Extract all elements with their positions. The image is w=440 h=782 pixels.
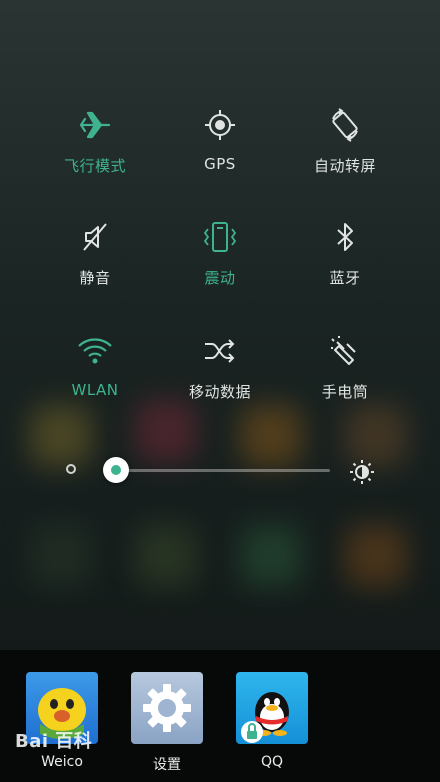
toggle-label: 蓝牙 bbox=[329, 269, 361, 287]
toggle-flashlight[interactable]: 手电筒 bbox=[280, 331, 410, 421]
toggle-label: 手电筒 bbox=[321, 383, 369, 401]
toggle-label: 移动数据 bbox=[188, 383, 251, 401]
quick-settings-panel: 飞行模式 GPS 自动转屏 静音 震动 蓝牙 WLAN 移动数据 手电筒 bbox=[0, 0, 440, 650]
brightness-control bbox=[0, 445, 440, 495]
toggle-label: 自动转屏 bbox=[313, 157, 376, 175]
app-name: Weico bbox=[41, 754, 83, 770]
app-qq[interactable]: QQ bbox=[235, 672, 309, 770]
toggle-wlan[interactable]: WLAN bbox=[30, 331, 160, 421]
app-weico[interactable]: Weico bbox=[25, 672, 99, 770]
toggle-label: 震动 bbox=[204, 269, 236, 287]
toggle-bluetooth[interactable]: 蓝牙 bbox=[280, 217, 410, 307]
airplane-icon bbox=[75, 105, 115, 145]
vibrate-icon bbox=[200, 217, 240, 257]
toggle-label: 飞行模式 bbox=[63, 157, 126, 175]
bluetooth-icon bbox=[325, 217, 365, 257]
mute-icon bbox=[75, 217, 115, 257]
baidu-watermark: Bai 百科 bbox=[15, 731, 93, 752]
toggle-label: 静音 bbox=[79, 269, 111, 287]
auto-rotate-icon bbox=[325, 105, 365, 145]
toggle-airplane-mode[interactable]: 飞行模式 bbox=[30, 105, 160, 195]
slider-thumb-dot bbox=[111, 465, 122, 475]
quick-settings-screen: 飞行模式 GPS 自动转屏 静音 震动 蓝牙 WLAN 移动数据 手电筒 Wei… bbox=[0, 0, 440, 782]
qq-app-icon bbox=[236, 672, 308, 744]
app-name: QQ bbox=[260, 754, 284, 770]
toggle-mobile-data[interactable]: 移动数据 bbox=[155, 331, 285, 421]
app-name: 设置 bbox=[153, 757, 181, 773]
settings-app-icon bbox=[131, 672, 203, 744]
brightness-slider-thumb[interactable] bbox=[103, 457, 130, 483]
flashlight-icon bbox=[325, 331, 365, 371]
toggle-auto-rotate[interactable]: 自动转屏 bbox=[280, 105, 410, 195]
toggle-vibrate[interactable]: 震动 bbox=[155, 217, 285, 307]
toggle-gps[interactable]: GPS bbox=[155, 105, 285, 195]
brightness-low-icon bbox=[66, 464, 76, 474]
brightness-high-icon[interactable] bbox=[348, 458, 376, 486]
toggle-label: GPS bbox=[204, 155, 236, 173]
app-settings[interactable]: 设置 bbox=[130, 672, 204, 774]
toggle-mute[interactable]: 静音 bbox=[30, 217, 160, 307]
gps-icon bbox=[200, 105, 240, 145]
wifi-icon bbox=[75, 331, 115, 371]
brightness-slider[interactable] bbox=[103, 457, 330, 483]
toggle-label: WLAN bbox=[71, 381, 119, 399]
mobile-data-icon bbox=[200, 331, 240, 371]
app-dock: Weico 设置 QQ Bai 百科 bbox=[0, 650, 440, 782]
